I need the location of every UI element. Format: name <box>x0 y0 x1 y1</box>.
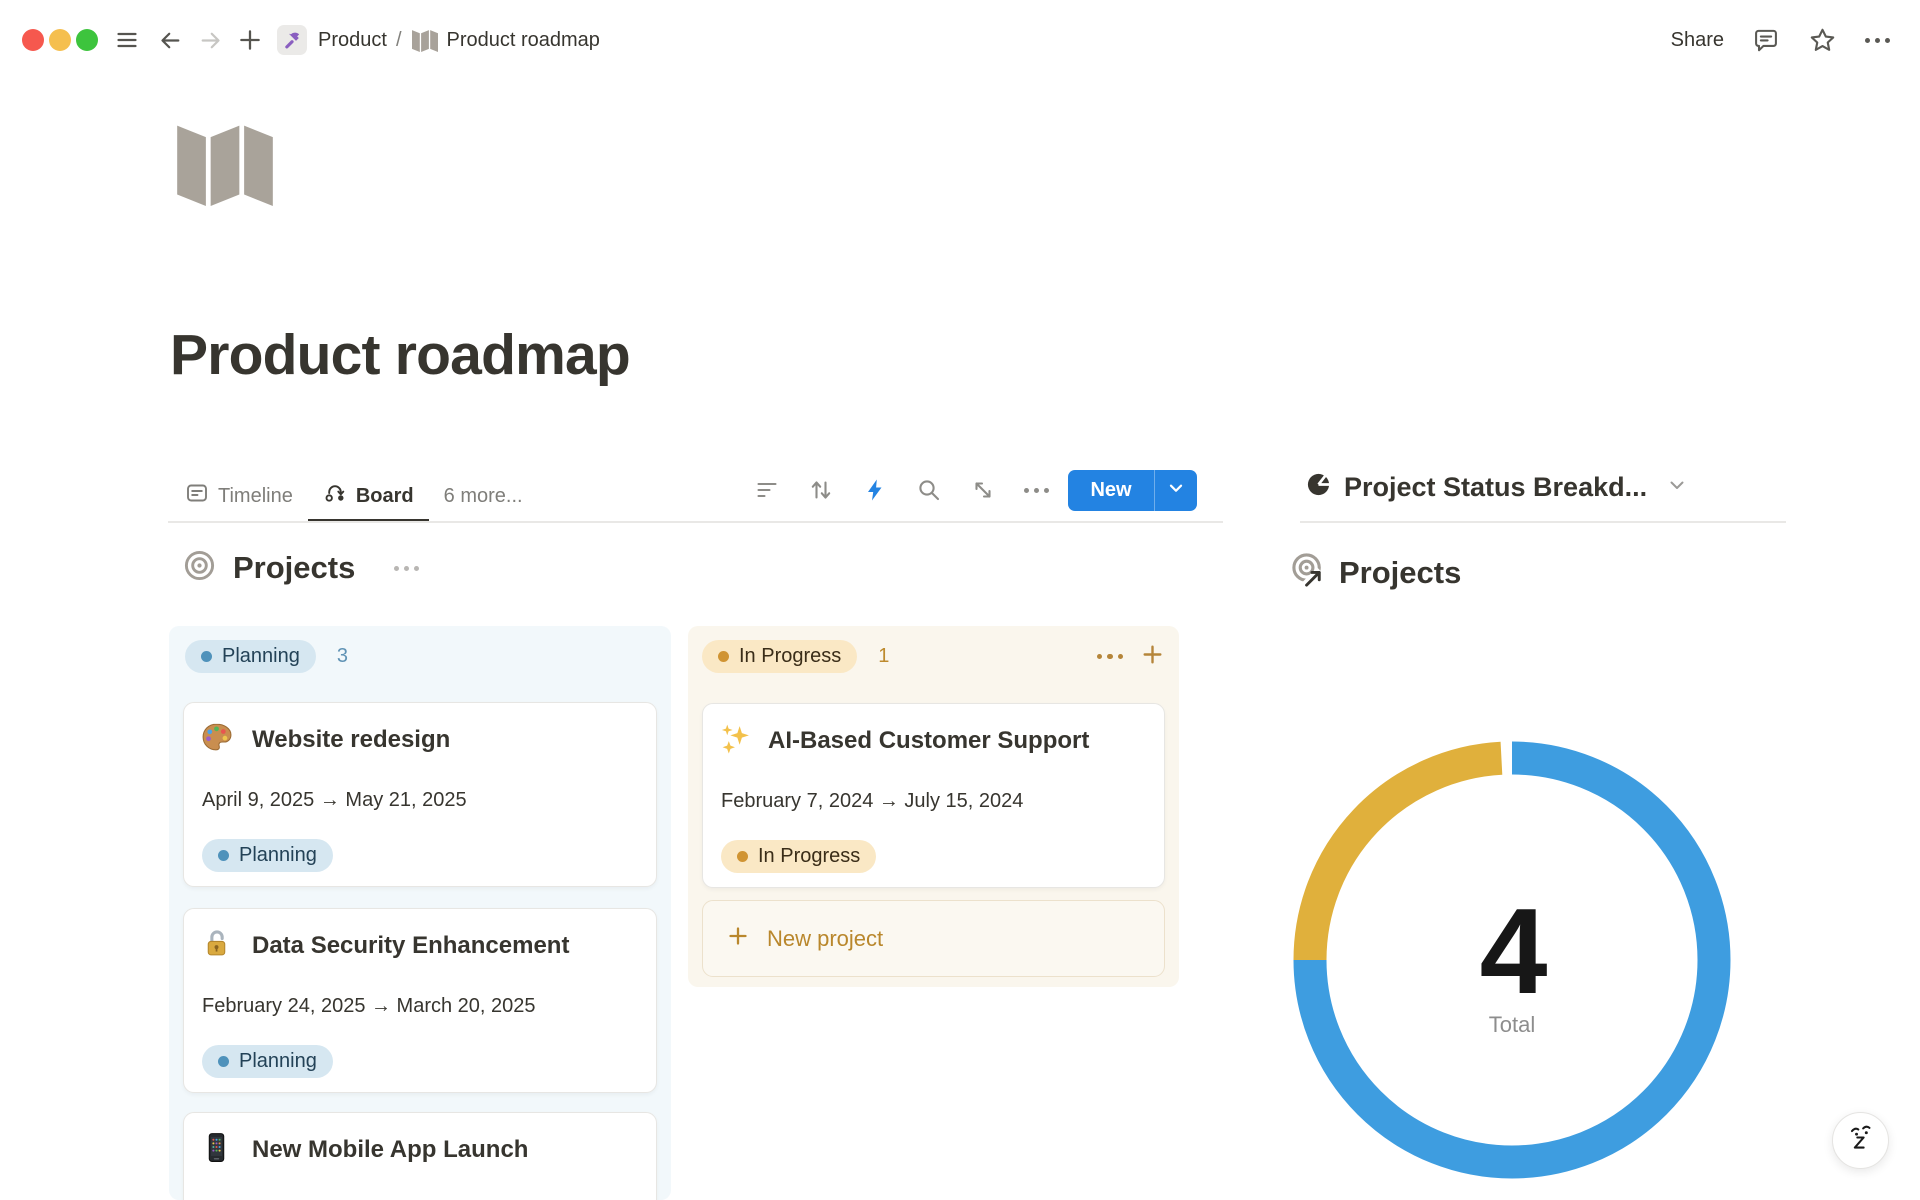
bullseye-icon <box>183 549 216 587</box>
status-dot <box>218 1056 229 1067</box>
unlocked-padlock-icon <box>200 927 233 965</box>
automation-bolt-icon[interactable] <box>862 477 888 503</box>
filter-icon[interactable] <box>754 477 780 503</box>
status-dot <box>737 851 748 862</box>
card-dates: February 24, 2025 → March 20, 2025 <box>202 995 640 1018</box>
column-options-ellipsis-icon[interactable] <box>1097 654 1124 660</box>
planning-column-header: Planning 3 <box>185 640 655 673</box>
sparkles-icon <box>719 722 752 760</box>
mobile-phone-icon <box>200 1131 233 1169</box>
breadcrumb-separator: / <box>396 29 402 52</box>
new-button-group: New <box>1068 470 1197 511</box>
share-button[interactable]: Share <box>1671 29 1724 52</box>
in-progress-count: 1 <box>878 645 889 668</box>
search-icon[interactable] <box>916 477 942 503</box>
timeline-icon <box>185 481 209 511</box>
new-button-dropdown[interactable] <box>1154 470 1197 511</box>
in-progress-status-pill[interactable]: In Progress <box>702 640 857 673</box>
view-toolbar <box>754 477 1049 503</box>
status-label: Planning <box>239 844 317 867</box>
chart-source-title: Projects <box>1339 555 1461 591</box>
planning-status-pill[interactable]: Planning <box>185 640 316 673</box>
tab-timeline[interactable]: Timeline <box>170 470 308 522</box>
new-tab-plus-icon[interactable] <box>237 27 263 53</box>
chart-source-link[interactable]: Projects <box>1290 551 1461 595</box>
chart-view-title: Project Status Breakd... <box>1344 472 1647 503</box>
view-more-ellipsis-icon[interactable] <box>1024 477 1049 503</box>
planning-count: 3 <box>337 645 348 668</box>
back-arrow-icon[interactable] <box>158 28 183 53</box>
status-label: Planning <box>222 645 300 668</box>
card-status-pill: Planning <box>202 1045 333 1078</box>
board-section-ellipsis-icon[interactable] <box>394 566 419 571</box>
bullseye-arrow-icon <box>1290 551 1329 595</box>
status-label: Planning <box>239 1050 317 1073</box>
topbar: Product / Product roadmap Share <box>0 0 1920 80</box>
new-project-label: New project <box>767 926 883 952</box>
card-status-pill: In Progress <box>721 840 876 873</box>
board-section-title[interactable]: Projects <box>233 550 355 586</box>
chevron-down-icon <box>1165 477 1187 504</box>
palette-icon <box>200 721 233 759</box>
map-icon <box>412 28 438 52</box>
status-dot <box>718 651 729 662</box>
card-dates: February 7, 2024 → July 15, 2024 <box>721 790 1148 813</box>
board-section-header: Projects <box>183 549 419 587</box>
tabbar-divider <box>168 521 1223 523</box>
tab-more-views[interactable]: 6 more... <box>429 470 538 522</box>
comments-icon[interactable] <box>1752 26 1780 54</box>
status-dot <box>218 850 229 861</box>
new-project-button[interactable]: New project <box>702 900 1165 977</box>
chevron-down-icon <box>1665 473 1689 502</box>
card-website-redesign[interactable]: Website redesign April 9, 2025 → May 21,… <box>183 702 657 887</box>
tab-label: Board <box>356 485 414 508</box>
donut-total-label: Total <box>1362 1012 1662 1038</box>
workspace-hammer-icon[interactable] <box>277 25 307 55</box>
card-title: Website redesign <box>252 726 450 754</box>
card-title: AI-Based Customer Support <box>768 727 1089 755</box>
card-dates: April 9, 2025 → May 21, 2025 <box>202 789 640 812</box>
column-add-plus-icon[interactable] <box>1140 642 1165 672</box>
status-dot <box>201 651 212 662</box>
favorite-star-icon[interactable] <box>1808 26 1837 55</box>
card-title: New Mobile App Launch <box>252 1136 528 1164</box>
tab-label: 6 more... <box>444 485 523 508</box>
new-button[interactable]: New <box>1068 470 1154 511</box>
page-map-icon[interactable] <box>172 118 278 211</box>
status-label: In Progress <box>739 645 841 668</box>
doodle-face-icon <box>1844 1121 1878 1160</box>
status-label: In Progress <box>758 845 860 868</box>
breadcrumb-parent[interactable]: Product <box>318 29 387 52</box>
close-window-button[interactable] <box>22 29 44 51</box>
hamburger-menu-icon[interactable] <box>115 28 139 52</box>
card-status-pill: Planning <box>202 839 333 872</box>
tab-label: Timeline <box>218 485 293 508</box>
zoom-window-button[interactable] <box>76 29 98 51</box>
card-mobile-app-launch[interactable]: New Mobile App Launch May 1, 2025 → May … <box>183 1112 657 1200</box>
page-title[interactable]: Product roadmap <box>170 322 630 388</box>
tab-board[interactable]: Board <box>308 470 429 522</box>
expand-icon[interactable] <box>970 477 996 503</box>
view-tabs: Timeline Board 6 more... <box>170 470 538 522</box>
chart-view-dropdown[interactable]: Project Status Breakd... <box>1305 471 1689 503</box>
pie-chart-icon <box>1305 471 1332 503</box>
breadcrumb-current[interactable]: Product roadmap <box>447 29 600 52</box>
minimize-window-button[interactable] <box>49 29 71 51</box>
assistant-fab-button[interactable] <box>1832 1112 1889 1169</box>
card-data-security[interactable]: Data Security Enhancement February 24, 2… <box>183 908 657 1093</box>
notion-window: Product / Product roadmap Share Product … <box>0 0 1920 1200</box>
card-ai-customer-support[interactable]: AI-Based Customer Support February 7, 20… <box>702 703 1165 888</box>
side-panel-divider <box>1300 521 1786 523</box>
forward-arrow-icon[interactable] <box>198 28 223 53</box>
in-progress-column-header: In Progress 1 <box>702 640 1165 673</box>
more-options-icon[interactable] <box>1865 38 1890 43</box>
sort-icon[interactable] <box>808 477 834 503</box>
donut-total-value: 4 <box>1362 890 1662 1012</box>
board-icon <box>323 481 347 511</box>
traffic-lights <box>22 29 98 51</box>
plus-icon <box>726 924 750 954</box>
card-title: Data Security Enhancement <box>252 932 569 960</box>
